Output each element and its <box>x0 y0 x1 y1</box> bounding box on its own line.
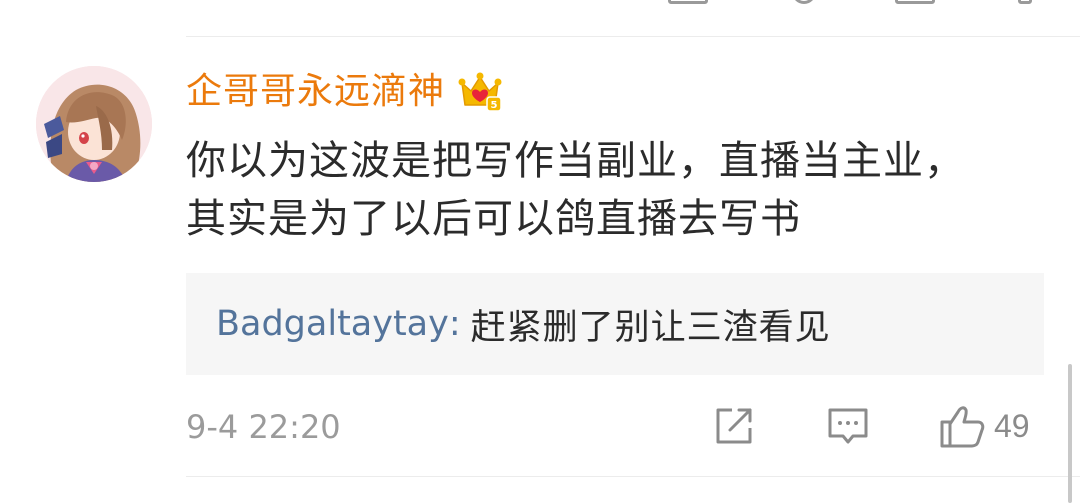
divider <box>186 476 1080 477</box>
comment-text: 你以为这波是把写作当副业，直播当主业， 其实是为了以后可以鸽直播去写书 <box>186 138 965 242</box>
comment-button[interactable] <box>826 400 870 452</box>
crown-badge-icon[interactable]: 5 <box>457 69 503 115</box>
like-count: 49 <box>994 408 1030 444</box>
previous-comment-actions <box>0 0 1080 10</box>
divider <box>186 36 1080 37</box>
username[interactable]: 企哥哥永远滴神 <box>186 64 445 120</box>
scrollbar[interactable] <box>1068 364 1072 503</box>
svg-text:5: 5 <box>491 100 498 111</box>
previous-share-icon[interactable] <box>668 0 708 4</box>
avatar-image <box>36 66 152 182</box>
timestamp: 9-4 22:20 <box>186 408 341 446</box>
username-row: 企哥哥永远滴神 5 <box>186 64 503 120</box>
reply-username[interactable]: Badgaltaytay <box>216 304 449 344</box>
comment-page: 企哥哥永远滴神 5 你以为这波是把写作当副业，直播当主业， 其实是为了以后可以鸽… <box>0 0 1080 503</box>
thumbs-up-icon <box>940 406 985 448</box>
avatar[interactable] <box>36 66 152 182</box>
reply-colon: : <box>448 304 461 344</box>
share-button[interactable] <box>712 400 756 452</box>
reply-text: 赶紧删了别让三渣看见 <box>470 307 831 348</box>
previous-comment-icon[interactable] <box>792 0 816 4</box>
reply-box[interactable]: Badgaltaytay: 赶紧删了别让三渣看见 <box>186 273 1044 375</box>
like-button[interactable]: 49 <box>938 400 1030 452</box>
share-icon <box>716 408 752 444</box>
previous-count <box>1018 0 1032 4</box>
previous-like-icon[interactable] <box>895 0 935 4</box>
comment-icon <box>828 408 868 444</box>
